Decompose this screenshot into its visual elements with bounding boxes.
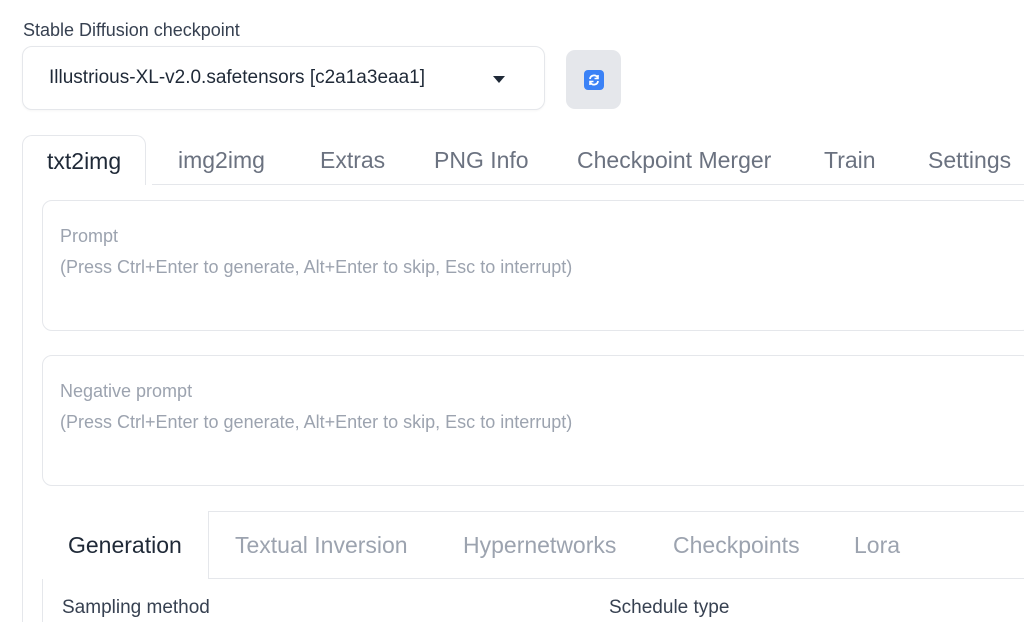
prompt-placeholder-title: Prompt [60, 226, 119, 246]
checkpoint-label: Stable Diffusion checkpoint [23, 20, 240, 40]
tab-checkpoint-merger[interactable]: Checkpoint Merger [577, 135, 771, 185]
chevron-down-icon [493, 76, 505, 83]
subtab-hypernetworks[interactable]: Hypernetworks [463, 511, 616, 579]
tab-txt2img[interactable]: txt2img [22, 135, 147, 185]
tab-img2img[interactable]: img2img [178, 135, 265, 185]
negative-prompt-placeholder-hint: (Press Ctrl+Enter to generate, Alt+Enter… [60, 412, 573, 432]
tab-train[interactable]: Train [824, 135, 876, 185]
subtab-generation[interactable]: Generation [42, 511, 209, 579]
checkpoint-dropdown[interactable]: Illustrious-XL-v2.0.safetensors [c2a1a3e… [22, 46, 545, 110]
subtab-lora[interactable]: Lora [854, 511, 900, 579]
tab-png-info[interactable]: PNG Info [434, 135, 529, 185]
tab-settings[interactable]: Settings [928, 135, 1011, 185]
sampling-method-label: Sampling method [62, 597, 210, 618]
subtab-checkpoints[interactable]: Checkpoints [673, 511, 800, 579]
refresh-checkpoints-button[interactable] [566, 50, 621, 109]
schedule-type-label: Schedule type [609, 597, 730, 618]
negative-prompt-placeholder-title: Negative prompt [60, 381, 193, 401]
subtab-textual-inversion[interactable]: Textual Inversion [235, 511, 408, 579]
refresh-icon [583, 69, 604, 90]
subtabs-divider [208, 578, 1024, 579]
tab-extras[interactable]: Extras [320, 135, 385, 185]
prompt-placeholder-hint: (Press Ctrl+Enter to generate, Alt+Enter… [60, 257, 573, 277]
checkpoint-selected-value: Illustrious-XL-v2.0.safetensors [c2a1a3e… [49, 67, 425, 88]
prompt-input[interactable]: Prompt (Press Ctrl+Enter to generate, Al… [42, 200, 1024, 331]
main-tabs: txt2img img2img Extras PNG Info Checkpoi… [22, 135, 1024, 185]
negative-prompt-input[interactable]: Negative prompt (Press Ctrl+Enter to gen… [42, 355, 1024, 486]
